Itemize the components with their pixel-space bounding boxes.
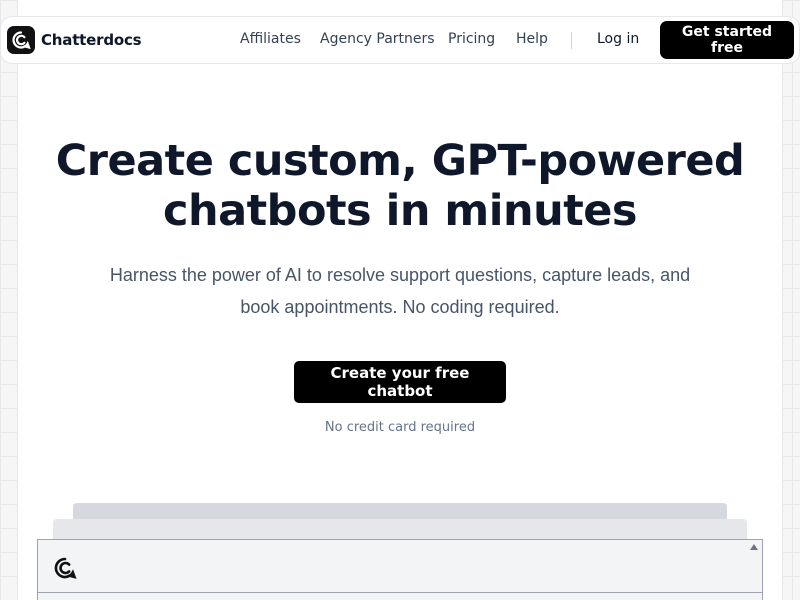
hero-title-line-1: Create custom, GPT-powered	[55, 136, 745, 186]
nav-link-help[interactable]: Help	[516, 31, 548, 47]
nav-link-affiliates[interactable]: Affiliates	[240, 31, 301, 47]
chat-bubble-logo-icon	[53, 556, 77, 580]
scroll-up-arrow-icon[interactable]	[750, 544, 758, 550]
hero-subtitle-line-1: Harness the power of AI to resolve suppo…	[109, 265, 691, 285]
create-chatbot-button[interactable]: Create your free chatbot	[294, 361, 506, 403]
hero-subtitle-line-2: book appointments. No coding required.	[240, 297, 560, 317]
nav-divider	[571, 32, 572, 49]
no-credit-card-note: No credit card required	[324, 420, 476, 435]
login-link[interactable]: Log in	[597, 31, 639, 47]
get-started-button[interactable]: Get started free	[660, 21, 794, 59]
nav-link-agency-partners[interactable]: Agency Partners	[320, 31, 435, 47]
nav-links: Affiliates Agency Partners Pricing Help …	[1, 17, 799, 63]
nav-link-pricing[interactable]: Pricing	[448, 31, 495, 47]
hero-subtitle: Harness the power of AI to resolve suppo…	[60, 259, 740, 323]
chatbot-preview-window	[37, 539, 763, 600]
chatbot-preview-header	[38, 540, 762, 593]
hero-title-line-2: chatbots in minutes	[162, 186, 638, 236]
hero-title: Create custom, GPT-powered chatbots in m…	[17, 136, 783, 236]
top-navbar: Chatterdocs Affiliates Agency Partners P…	[0, 16, 800, 64]
